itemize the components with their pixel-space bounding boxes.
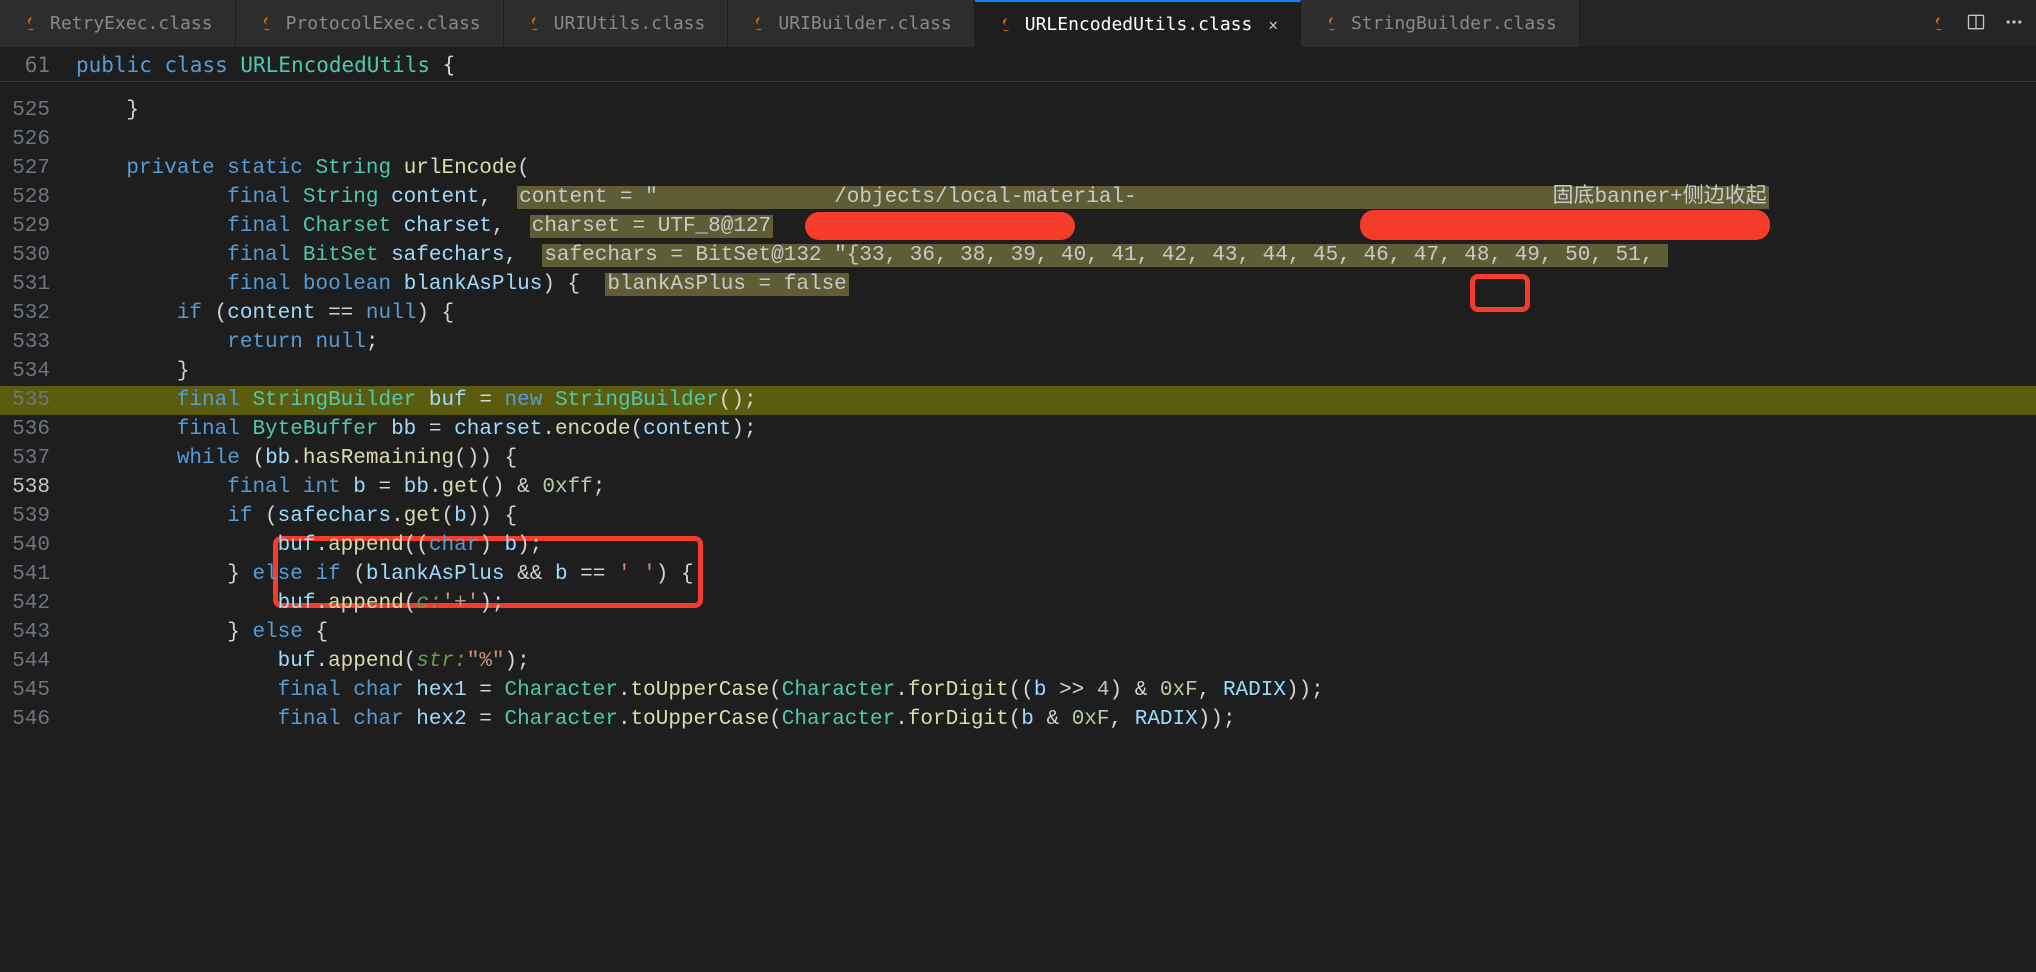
split-editor-icon[interactable] [1966,12,1986,36]
java-icon [526,15,544,33]
code-line: 531 final boolean blankAsPlus) { blankAs… [0,270,2036,299]
close-icon[interactable]: ✕ [1268,15,1278,34]
tab-uribuilder[interactable]: URIBuilder.class [728,0,974,47]
tab-uriutils[interactable]: URIUtils.class [504,0,729,47]
more-icon[interactable] [2004,12,2024,36]
code-line: 534 } [0,357,2036,386]
tab-label: RetryExec.class [50,13,213,34]
java-icon [997,16,1015,34]
line-number: 542 [0,589,76,618]
java-icon [258,15,276,33]
code-line: 526 [0,125,2036,154]
code-line: 527 private static String urlEncode( [0,154,2036,183]
line-number: 61 [0,53,76,77]
tab-label: URIBuilder.class [778,13,951,34]
code-line: 543 } else { [0,618,2036,647]
java-icon [1930,15,1948,33]
tab-label: URLEncodedUtils.class [1025,14,1253,35]
code-line: 529 final Charset charset, charset = UTF… [0,212,2036,241]
tab-label: ProtocolExec.class [286,13,481,34]
code-line: 541 } else if (blankAsPlus && b == ' ') … [0,560,2036,589]
line-number: 546 [0,705,76,734]
code-line: 525 } [0,96,2036,125]
code-line: 537 while (bb.hasRemaining()) { [0,444,2036,473]
code-line: 539 if (safechars.get(b)) { [0,502,2036,531]
java-icon [22,15,40,33]
tab-retryexec[interactable]: RetryExec.class [0,0,236,47]
code-line: 542 buf.append(c:'+'); [0,589,2036,618]
line-number: 540 [0,531,76,560]
code-line-highlighted: 535 final StringBuilder buf = new String… [0,386,2036,415]
line-number: 531 [0,270,76,299]
line-number: 539 [0,502,76,531]
code-line [0,82,2036,96]
line-number: 538 [0,473,76,502]
code-editor[interactable]: 525 } 526 527 private static String urlE… [0,82,2036,734]
tab-actions [1918,0,2036,47]
line-number: 536 [0,415,76,444]
tab-label: URIUtils.class [554,13,706,34]
line-number: 530 [0,241,76,270]
line-number: 525 [0,96,76,125]
line-number: 533 [0,328,76,357]
line-number: 534 [0,357,76,386]
tab-bar: RetryExec.class ProtocolExec.class URIUt… [0,0,2036,48]
line-number: 527 [0,154,76,183]
code-line: 532 if (content == null) { [0,299,2036,328]
line-number: 532 [0,299,76,328]
line-number: 544 [0,647,76,676]
line-number: 526 [0,125,76,154]
code-line: 545 final char hex1 = Character.toUpperC… [0,676,2036,705]
tab-protocolexec[interactable]: ProtocolExec.class [236,0,504,47]
code-line: 540 buf.append((char) b); [0,531,2036,560]
line-number: 537 [0,444,76,473]
tab-urlencodedutils[interactable]: URLEncodedUtils.class ✕ [975,0,1301,47]
sticky-scroll-header[interactable]: 61 public class URLEncodedUtils { [0,48,2036,82]
code-line: 536 final ByteBuffer bb = charset.encode… [0,415,2036,444]
tab-stringbuilder[interactable]: StringBuilder.class [1301,0,1580,47]
tab-label: StringBuilder.class [1351,13,1557,34]
line-number: 535 [0,386,76,415]
java-icon [1323,15,1341,33]
line-number: 541 [0,560,76,589]
line-number: 545 [0,676,76,705]
code-line: 530 final BitSet safechars, safechars = … [0,241,2036,270]
inlay-hint: safechars = BitSet@132 "{33, 36, 38, 39,… [542,244,1668,267]
line-number: 543 [0,618,76,647]
line-number: 529 [0,212,76,241]
code-line: 533 return null; [0,328,2036,357]
line-number: 528 [0,183,76,212]
code-line: 544 buf.append(str:"%"); [0,647,2036,676]
inlay-hint: blankAsPlus = false [605,273,848,296]
code-line-current: 538 final int b = bb.get() & 0xff; [0,473,2036,502]
code-line: 546 final char hex2 = Character.toUpperC… [0,705,2036,734]
code-line: 528 final String content, content = " /o… [0,183,2036,212]
java-icon [750,15,768,33]
inlay-hint: content = " /objects/local-material- 固底b… [517,186,1769,209]
inlay-hint: charset = UTF_8@127 [530,215,773,238]
